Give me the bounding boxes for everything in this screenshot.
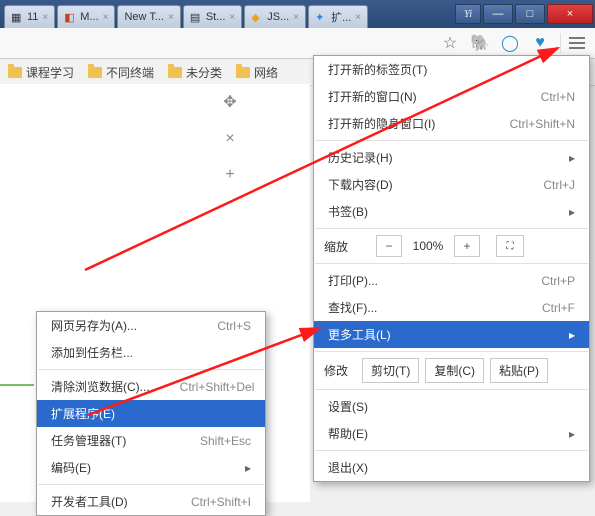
close-icon[interactable]: × — [103, 12, 109, 23]
close-icon[interactable]: × — [229, 12, 235, 23]
page-icon: ◧ — [64, 11, 76, 23]
divider — [0, 384, 34, 386]
shield-icon[interactable]: ♥ — [530, 34, 550, 52]
chevron-right-icon: ▸ — [569, 151, 575, 165]
menu-item-bookmarks[interactable]: 书签(B)▸ — [314, 198, 589, 225]
folder-icon — [236, 67, 250, 78]
branding-button[interactable]: Yi — [455, 4, 481, 24]
menu-item-add-taskbar[interactable]: 添加到任务栏... — [37, 339, 265, 366]
page-icon: ▤ — [190, 11, 202, 23]
page-icon: ◆ — [251, 11, 263, 23]
close-tool-icon[interactable]: × — [225, 130, 234, 148]
menu-item-new-window[interactable]: 打开新的窗口(N)Ctrl+N — [314, 83, 589, 110]
fullscreen-button[interactable]: ⛶ — [496, 235, 524, 257]
menu-item-extensions[interactable]: 扩展程序(E) — [37, 400, 265, 427]
close-window-button[interactable]: × — [547, 4, 593, 24]
close-icon[interactable]: × — [293, 12, 299, 23]
folder-icon — [8, 67, 22, 78]
bookmark-folder[interactable]: 不同终端 — [88, 64, 154, 81]
browser-tab[interactable]: ◆JS...× — [244, 5, 306, 28]
zoom-in-button[interactable]: + — [454, 235, 480, 257]
copy-button[interactable]: 复制(C) — [425, 358, 484, 383]
browser-tab[interactable]: ▤St...× — [183, 5, 242, 28]
menu-button[interactable] — [560, 33, 589, 53]
menu-item-settings[interactable]: 设置(S) — [314, 393, 589, 420]
menu-item-exit[interactable]: 退出(X) — [314, 454, 589, 481]
menu-item-more-tools[interactable]: 更多工具(L)▸ — [314, 321, 589, 348]
zoom-percent: 100% — [410, 239, 446, 253]
zoom-row: 缩放 − 100% + ⛶ — [314, 232, 589, 260]
edit-row: 修改 剪切(T) 复制(C) 粘贴(P) — [314, 355, 589, 386]
page-icon: ▦ — [11, 11, 23, 23]
menu-item-encoding[interactable]: 编码(E)▸ — [37, 454, 265, 481]
browser-tab[interactable]: New T...× — [117, 5, 180, 28]
chevron-right-icon: ▸ — [569, 205, 575, 219]
minimize-button[interactable]: — — [483, 4, 513, 24]
zoom-label: 缩放 — [324, 238, 348, 255]
folder-icon — [88, 67, 102, 78]
chevron-right-icon: ▸ — [569, 427, 575, 441]
bookmark-folder[interactable]: 课程学习 — [8, 64, 74, 81]
move-icon[interactable]: ✥ — [223, 92, 236, 112]
browser-tab[interactable]: ✦扩...× — [308, 5, 368, 28]
menu-item-new-tab[interactable]: 打开新的标签页(T) — [314, 56, 589, 83]
circle-icon[interactable]: ◯ — [500, 34, 520, 52]
cut-button[interactable]: 剪切(T) — [362, 358, 419, 383]
browser-tab[interactable]: ▦11× — [4, 5, 55, 28]
chevron-right-icon: ▸ — [245, 461, 251, 475]
maximize-button[interactable]: □ — [515, 4, 545, 24]
menu-item-history[interactable]: 历史记录(H)▸ — [314, 144, 589, 171]
star-icon[interactable]: ☆ — [440, 34, 460, 52]
zoom-out-button[interactable]: − — [376, 235, 402, 257]
menu-item-print[interactable]: 打印(P)...Ctrl+P — [314, 267, 589, 294]
close-icon[interactable]: × — [168, 12, 174, 23]
page-icon: ✦ — [315, 11, 327, 23]
close-icon[interactable]: × — [355, 12, 361, 23]
edit-label: 修改 — [324, 362, 348, 379]
close-icon[interactable]: × — [42, 12, 48, 23]
menu-item-help[interactable]: 帮助(E)▸ — [314, 420, 589, 447]
bookmark-folder[interactable]: 未分类 — [168, 64, 222, 81]
plus-icon[interactable]: + — [225, 166, 234, 184]
menu-item-clear-data[interactable]: 清除浏览数据(C)...Ctrl+Shift+Del — [37, 373, 265, 400]
menu-item-incognito[interactable]: 打开新的隐身窗口(I)Ctrl+Shift+N — [314, 110, 589, 137]
paste-button[interactable]: 粘贴(P) — [490, 358, 548, 383]
folder-icon — [168, 67, 182, 78]
menu-item-save-as[interactable]: 网页另存为(A)...Ctrl+S — [37, 312, 265, 339]
evernote-icon[interactable]: 🐘 — [470, 34, 490, 52]
chevron-right-icon: ▸ — [569, 328, 575, 342]
menu-item-downloads[interactable]: 下载内容(D)Ctrl+J — [314, 171, 589, 198]
menu-item-find[interactable]: 查找(F)...Ctrl+F — [314, 294, 589, 321]
more-tools-submenu: 网页另存为(A)...Ctrl+S 添加到任务栏... 清除浏览数据(C)...… — [36, 311, 266, 516]
browser-tab[interactable]: ◧M...× — [57, 5, 115, 28]
main-menu: 打开新的标签页(T) 打开新的窗口(N)Ctrl+N 打开新的隐身窗口(I)Ct… — [313, 55, 590, 482]
bookmark-folder[interactable]: 网络 — [236, 64, 278, 81]
menu-item-task-manager[interactable]: 任务管理器(T)Shift+Esc — [37, 427, 265, 454]
